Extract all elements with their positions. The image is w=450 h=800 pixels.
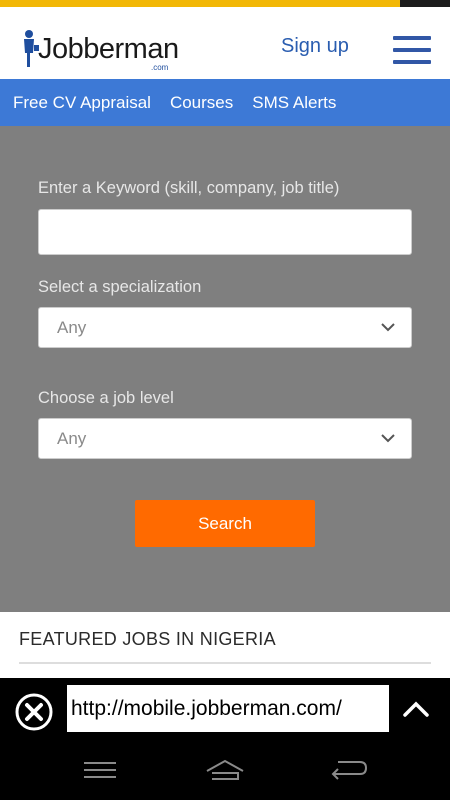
featured-jobs-section: FEATURED JOBS IN NIGERIA	[0, 612, 450, 678]
close-icon[interactable]	[15, 693, 53, 731]
recent-apps-icon[interactable]	[83, 761, 117, 779]
chevron-down-icon	[381, 434, 395, 443]
job-search-panel: Enter a Keyword (skill, company, job tit…	[0, 126, 450, 612]
logo-figure-icon	[24, 30, 39, 67]
hamburger-menu-icon[interactable]	[393, 36, 431, 64]
system-navigation-bar	[0, 742, 450, 800]
search-button[interactable]: Search	[135, 500, 315, 547]
keyword-label: Enter a Keyword (skill, company, job tit…	[38, 179, 340, 197]
job-level-selected-value: Any	[57, 429, 87, 448]
specialization-select[interactable]: Any	[38, 307, 412, 348]
chevron-down-icon	[381, 323, 395, 332]
featured-jobs-heading: FEATURED JOBS IN NIGERIA	[19, 629, 276, 649]
sign-up-link[interactable]: Sign up	[281, 35, 349, 58]
top-color-stripe	[0, 0, 450, 7]
stripe-yellow	[0, 0, 400, 7]
job-level-label: Choose a job level	[38, 389, 174, 407]
browser-url-bar: http://mobile.jobberman.com/	[0, 678, 450, 742]
specialization-selected-value: Any	[57, 318, 87, 337]
stripe-dark	[400, 0, 450, 7]
nav-item-courses[interactable]: Courses	[170, 93, 233, 113]
keyword-input[interactable]	[38, 209, 412, 255]
chevron-up-icon[interactable]	[402, 700, 430, 718]
nav-item-free-cv-appraisal[interactable]: Free CV Appraisal	[13, 93, 151, 113]
specialization-label: Select a specialization	[38, 278, 202, 296]
nav-item-sms-alerts[interactable]: SMS Alerts	[252, 93, 336, 113]
logo-wordmark: Jobberman	[38, 33, 179, 65]
logo-suffix: .com	[151, 63, 169, 72]
back-icon[interactable]	[330, 758, 368, 780]
job-level-select[interactable]: Any	[38, 418, 412, 459]
site-header: Jobberman .com Sign up	[0, 7, 450, 79]
home-icon[interactable]	[205, 759, 245, 781]
url-field[interactable]: http://mobile.jobberman.com/	[67, 685, 389, 732]
jobberman-logo[interactable]: Jobberman .com	[18, 29, 179, 75]
divider	[19, 662, 431, 664]
top-nav-bar: Free CV Appraisal Courses SMS Alerts	[0, 79, 450, 126]
